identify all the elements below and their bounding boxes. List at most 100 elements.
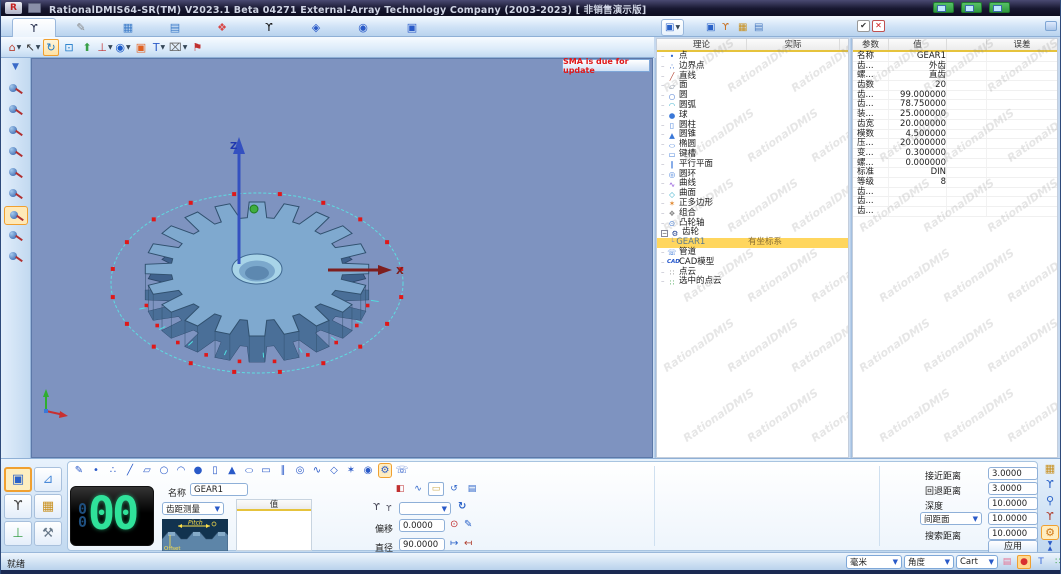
panel-tab-fixture[interactable]: ▦ (735, 19, 750, 36)
sphere-icon[interactable]: ● (191, 463, 205, 478)
home-icon[interactable]: ⌂▼ (7, 39, 23, 56)
measure-mode-button[interactable]: ▣ (4, 467, 32, 492)
probe-function-button[interactable] (4, 122, 28, 141)
param-row[interactable]: 齿...78.750000 (853, 100, 1057, 110)
param-row[interactable]: 螺...直齿 (853, 71, 1057, 81)
panel-tab-probe[interactable]: ϒ (719, 19, 732, 36)
tab-table[interactable]: ▦ (106, 18, 150, 37)
distance-input[interactable]: 10.0000 (988, 512, 1038, 525)
search-panel-button[interactable]: ⚲ (1041, 493, 1059, 508)
reverse-direction-icon[interactable]: ↤ (464, 538, 472, 549)
probe-data-icon[interactable]: ◧ (392, 482, 408, 496)
param-row[interactable]: 装...25.000000 (853, 110, 1057, 120)
edit-icon[interactable]: ✎ (464, 519, 472, 530)
slot-icon[interactable]: ▭ (259, 463, 273, 478)
undo-icon[interactable]: ↺ (446, 482, 462, 496)
select-icon[interactable]: ↖▼ (25, 39, 41, 56)
probe-function-button[interactable] (4, 101, 28, 120)
pin-icon[interactable]: ▼ (10, 62, 22, 72)
rotate-view-icon[interactable]: ↻ (43, 39, 59, 56)
coordinate-button[interactable]: ⊥ (4, 521, 32, 546)
probe-button[interactable]: ϒ (4, 494, 32, 519)
viewport-3d[interactable]: ZX SMA is due for update (31, 58, 653, 458)
pin-icon[interactable] (1045, 21, 1057, 31)
display-color-icon[interactable]: ▣ (133, 39, 149, 56)
eye-icon[interactable]: ◉▼ (115, 39, 131, 56)
probe-function-button[interactable] (4, 206, 28, 225)
panel-tab-monitor[interactable]: ▤ (751, 19, 766, 36)
fixture-panel-button[interactable]: ▦ (1041, 461, 1059, 476)
cloud-status-button[interactable]: ∷ (1051, 555, 1061, 569)
panel-tab-features[interactable]: ▣ (703, 19, 718, 36)
graph-icon[interactable]: ∿ (410, 482, 426, 496)
probe-function-button[interactable] (4, 227, 28, 246)
param-row[interactable]: 齿数20 (853, 81, 1057, 91)
tree-item[interactable]: –∷选中的点云 (657, 277, 848, 287)
param-row[interactable]: 等级8 (853, 178, 1057, 188)
param-row[interactable]: 标准DIN (853, 168, 1057, 178)
offset-input[interactable]: 0.0000 (399, 519, 445, 532)
apply-direction-icon[interactable]: ↦ (450, 538, 458, 549)
distance-input[interactable]: 10.0000 (988, 527, 1038, 540)
tab-settings[interactable]: ▣ (390, 18, 434, 37)
distance-input[interactable]: 10.0000 (988, 497, 1038, 510)
polygon-icon[interactable]: ✶ (344, 463, 358, 478)
zoom-window-icon[interactable]: ⊡ (61, 39, 77, 56)
label-icon[interactable]: T▼ (151, 39, 167, 56)
param-row[interactable]: 齿... (853, 188, 1057, 198)
probe-function-button[interactable] (4, 164, 28, 183)
list-view-icon[interactable]: ▭ (428, 482, 444, 496)
view-direction-icon[interactable]: ⬆ (79, 39, 95, 56)
param-row[interactable]: 齿宽20.000000 (853, 120, 1057, 130)
line-icon[interactable]: ╱ (123, 463, 137, 478)
param-row[interactable]: 模数4.500000 (853, 130, 1057, 140)
arc-icon[interactable]: ◠ (174, 463, 188, 478)
probe-function-button[interactable] (4, 80, 28, 99)
close-icon[interactable]: ✕ (872, 20, 885, 32)
tab-edit[interactable]: ✎ (59, 18, 103, 37)
network-icon[interactable] (961, 2, 982, 13)
tab-report[interactable]: ▤ (153, 18, 197, 37)
probe-tip-icon[interactable]: ϒ (386, 504, 392, 513)
probe-compensate-icon[interactable]: ✎ (72, 463, 86, 478)
param-row[interactable]: 螺...0.000000 (853, 159, 1057, 169)
param-row[interactable]: 变...0.300000 (853, 149, 1057, 159)
cam-icon[interactable]: ◉ (361, 463, 375, 478)
param-row[interactable]: 齿...99.000000 (853, 91, 1057, 101)
probe-status-button[interactable]: ● (1017, 555, 1031, 569)
panel-tab-model[interactable]: ▣▼ (661, 19, 684, 36)
unit-dropdown[interactable]: 毫米▼ (846, 555, 902, 569)
report-status-button[interactable]: ▤ (1000, 555, 1014, 569)
measure-type-dropdown[interactable]: 齿距测量▼ (162, 502, 224, 515)
axes-icon[interactable]: ⊥▼ (97, 39, 113, 56)
gear-icon[interactable]: ⚙ (378, 463, 392, 478)
probe-function-button[interactable] (4, 185, 28, 204)
parallel-planes-icon[interactable]: ∥ (276, 463, 290, 478)
probe-angle-icon[interactable]: ϒ (373, 502, 380, 513)
tab-qualify[interactable]: ◈ (294, 18, 338, 37)
label-status-button[interactable]: T (1034, 555, 1048, 569)
surface-icon[interactable]: ◇ (327, 463, 341, 478)
probe-function-button[interactable] (4, 143, 28, 162)
network-icon[interactable] (933, 2, 954, 13)
point-icon[interactable]: • (89, 463, 103, 478)
tolerance-icon[interactable]: ⊙ (450, 519, 458, 530)
param-row[interactable]: 齿...外齿 (853, 62, 1057, 72)
param-row[interactable]: 压...20.000000 (853, 139, 1057, 149)
delete-icon[interactable]: ⌧▼ (169, 39, 187, 56)
tab-cad[interactable]: ❖ (200, 18, 244, 37)
fixture-button[interactable]: ▦ (34, 494, 62, 519)
distance-input[interactable]: 3.0000 (988, 482, 1038, 495)
tools-button[interactable]: ⚒ (34, 521, 62, 546)
settings-panel-button[interactable]: ⚙ (1041, 525, 1059, 540)
distance-input[interactable]: 3.0000 (988, 467, 1038, 480)
probe-panel-button[interactable]: ϒ (1041, 477, 1059, 492)
param-row[interactable]: 名称GEAR1 (853, 52, 1057, 62)
report-icon[interactable]: ▤ (464, 482, 480, 496)
tab-view[interactable]: ◉ (341, 18, 385, 37)
torus-icon[interactable]: ◎ (293, 463, 307, 478)
diameter-input[interactable]: 90.0000 (399, 538, 445, 551)
network-icon[interactable] (989, 2, 1010, 13)
scroll-arrows[interactable]: ▼▲ (1048, 541, 1053, 551)
measure-flag-icon[interactable]: ⚑ (189, 39, 205, 56)
